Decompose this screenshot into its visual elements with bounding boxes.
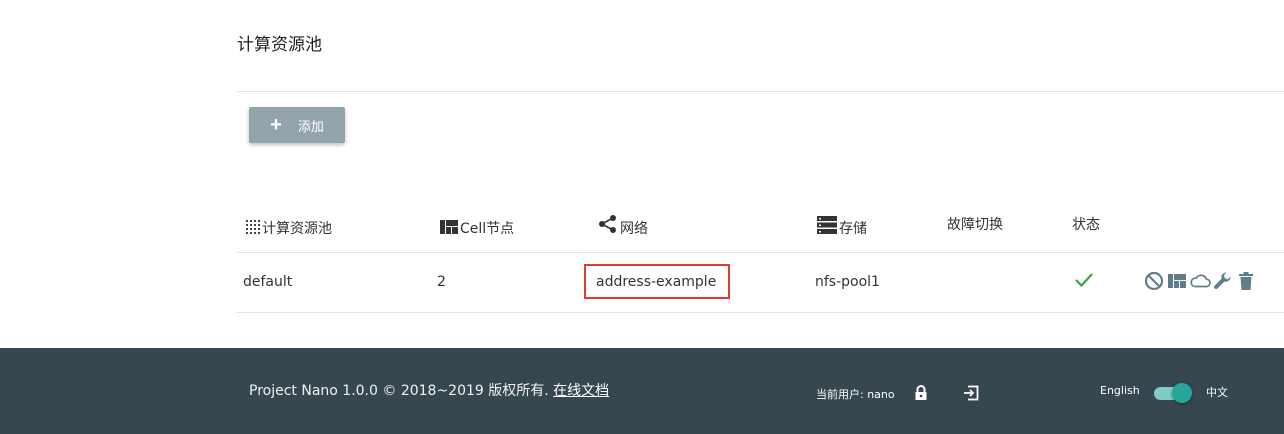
- toggle-knob: [1172, 383, 1192, 403]
- lang-chinese-label: 中文: [1206, 386, 1228, 399]
- row-divider: [237, 312, 1284, 313]
- add-button-label: 添加: [297, 118, 324, 134]
- storage-icon: [817, 216, 837, 238]
- lang-english-label: English: [1100, 384, 1140, 397]
- column-header-failover: 故障切换: [947, 204, 1003, 234]
- copyright-text: Project Nano 1.0.0 © 2018~2019 版权所有.: [249, 383, 549, 399]
- column-header-pool: 计算资源池: [246, 208, 332, 238]
- cells-icon: [440, 220, 458, 238]
- current-user: 当前用户: nano: [816, 388, 895, 401]
- wrench-icon[interactable]: [1212, 270, 1234, 292]
- lock-icon[interactable]: [914, 385, 928, 405]
- dots-grid-icon: [246, 220, 260, 238]
- row-actions: [1143, 270, 1257, 292]
- column-header-cell: Cell节点: [440, 208, 514, 238]
- plus-icon: +: [270, 114, 282, 136]
- column-header-status: 状态: [1072, 204, 1100, 234]
- add-button[interactable]: + 添加: [249, 107, 345, 143]
- column-header-status-label: 状态: [1072, 217, 1100, 233]
- column-header-network: 网络: [598, 208, 648, 238]
- share-icon: [598, 214, 618, 238]
- column-header-storage: 存储: [817, 208, 867, 238]
- cell-network-highlighted: address-example: [584, 264, 730, 299]
- column-header-storage-label: 存储: [839, 221, 867, 237]
- page-title: 计算资源池: [237, 35, 322, 55]
- cell-pool-name: default: [243, 274, 293, 290]
- cloud-icon[interactable]: [1189, 270, 1211, 292]
- logout-icon[interactable]: [963, 385, 979, 405]
- cells-icon[interactable]: [1166, 270, 1188, 292]
- column-header-pool-label: 计算资源池: [262, 221, 332, 237]
- disable-icon[interactable]: [1143, 270, 1165, 292]
- check-icon: [1074, 272, 1094, 292]
- footer-copyright: Project Nano 1.0.0 © 2018~2019 版权所有. 在线文…: [249, 380, 609, 400]
- trash-icon[interactable]: [1235, 270, 1257, 292]
- column-header-failover-label: 故障切换: [947, 217, 1003, 233]
- cell-node-count: 2: [437, 274, 446, 290]
- language-toggle[interactable]: [1152, 383, 1192, 403]
- cell-storage: nfs-pool1: [815, 274, 880, 290]
- title-divider: [237, 91, 1284, 92]
- column-header-network-label: 网络: [620, 221, 648, 237]
- header-divider: [237, 252, 1284, 253]
- cell-network: address-example: [596, 273, 717, 290]
- column-header-cell-label: Cell节点: [460, 221, 515, 237]
- docs-link[interactable]: 在线文档: [553, 383, 609, 399]
- footer: Project Nano 1.0.0 © 2018~2019 版权所有. 在线文…: [0, 348, 1284, 434]
